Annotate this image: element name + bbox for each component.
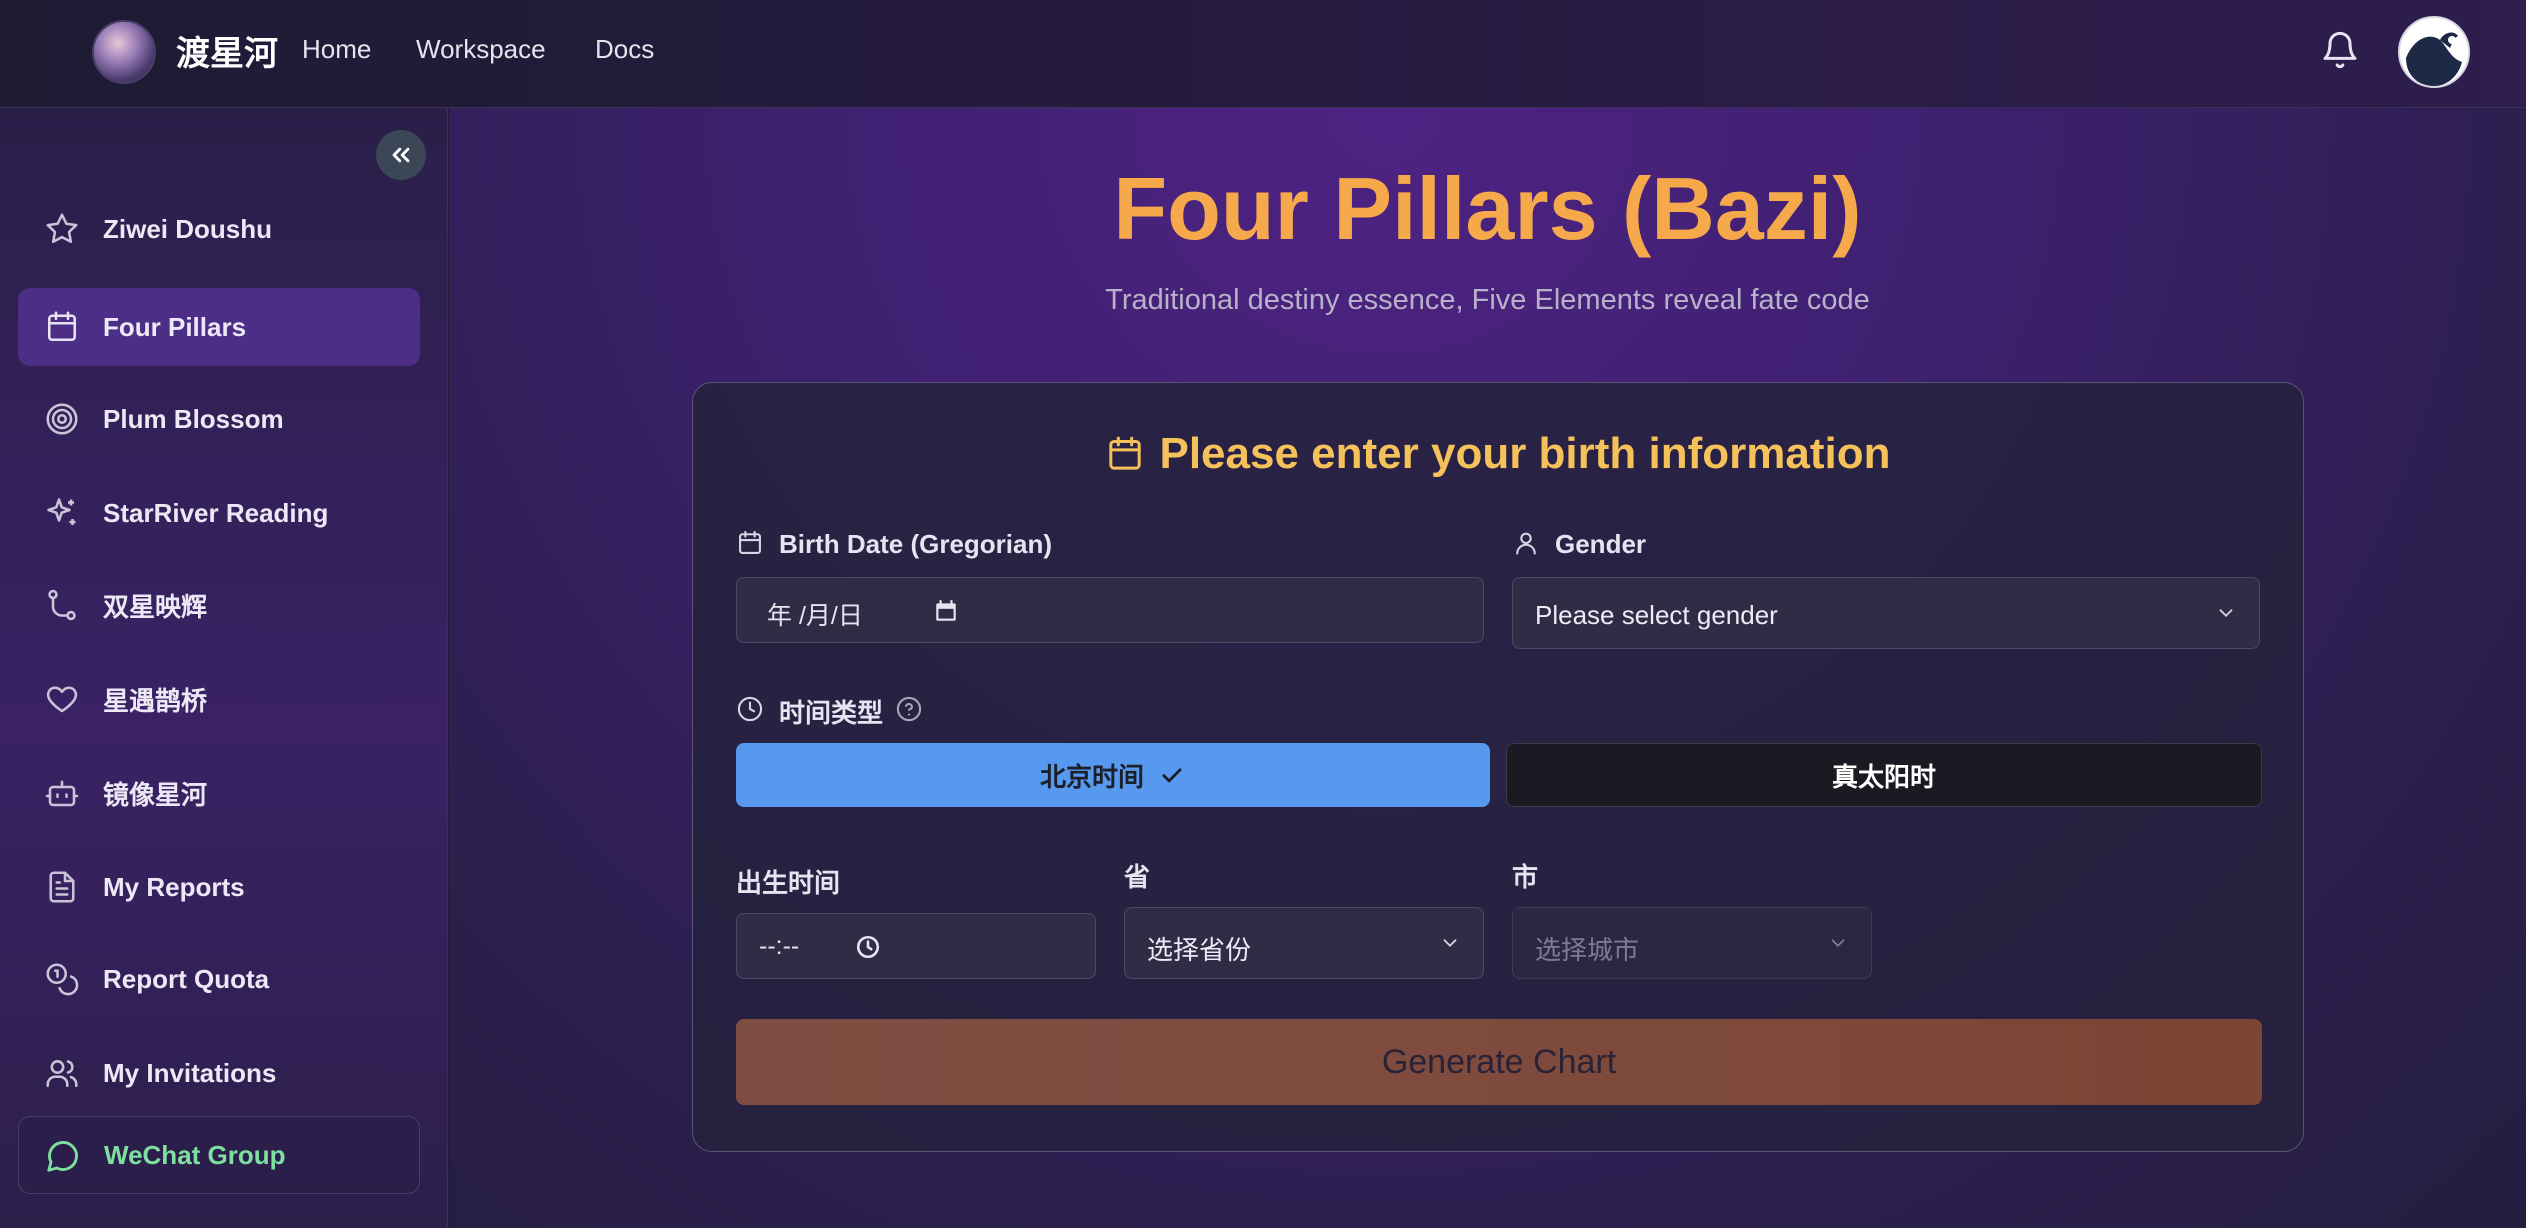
province-label: 省 bbox=[1124, 863, 1151, 893]
sidebar-item-label: 双星映辉 bbox=[103, 591, 208, 622]
sidebar-item-label: My Reports bbox=[103, 871, 245, 902]
calendar-icon bbox=[1109, 436, 1142, 470]
sidebar-item-label: StarRiver Reading bbox=[103, 497, 329, 528]
sidebar-item-label: 星遇鹊桥 bbox=[103, 685, 208, 716]
time-type-label: 时间类型 bbox=[779, 699, 884, 729]
form-heading: Please enter your birth information bbox=[693, 429, 2303, 479]
top-bar: 渡星河 Home Workspace Docs bbox=[0, 0, 2526, 108]
star-icon bbox=[46, 213, 78, 244]
check-icon bbox=[1162, 768, 1182, 783]
sparkles-icon bbox=[47, 498, 76, 525]
users-icon bbox=[46, 1060, 78, 1088]
sidebar-item-label: My Invitations bbox=[103, 1057, 277, 1088]
wechat-group-button[interactable]: WeChat Group bbox=[18, 1116, 420, 1194]
nav-docs[interactable]: Docs bbox=[595, 34, 654, 65]
birth-time-label: 出生时间 bbox=[736, 869, 841, 899]
birth-info-form: Please enter your birth information Birt… bbox=[692, 382, 2304, 1152]
sidebar-item-starriver-reading[interactable]: StarRiver Reading bbox=[18, 474, 420, 552]
sidebar-item-four-pillars[interactable]: Four Pillars bbox=[18, 288, 420, 366]
province-select-value: 选择省份 bbox=[1147, 936, 1252, 966]
sidebar-item-label: Plum Blossom bbox=[103, 403, 284, 434]
sidebar-item-label: Ziwei Doushu bbox=[103, 213, 272, 244]
nav-home[interactable]: Home bbox=[302, 34, 371, 65]
sidebar-item-ziwei-doushu[interactable]: Ziwei Doushu bbox=[18, 190, 420, 268]
message-circle-icon bbox=[47, 1141, 78, 1172]
generate-chart-button[interactable]: Generate Chart bbox=[736, 1019, 2262, 1105]
birth-date-value: 年 /月/日 bbox=[767, 602, 863, 630]
sidebar-item-label: Four Pillars bbox=[103, 311, 247, 342]
clock-icon bbox=[737, 696, 763, 722]
sidebar-item-label: Report Quota bbox=[103, 963, 270, 994]
birth-time-value: --:-- bbox=[759, 932, 800, 960]
sidebar-item-my-invitations[interactable]: My Invitations bbox=[18, 1034, 420, 1112]
chevrons-left-icon bbox=[392, 147, 410, 163]
target-icon bbox=[46, 403, 78, 435]
sidebar-item-report-quota[interactable]: Report Quota bbox=[18, 940, 420, 1018]
time-type-beijing-button[interactable]: 北京时间 bbox=[736, 743, 1490, 807]
birth-time-input[interactable]: --:-- bbox=[736, 913, 1096, 979]
chevron-down-icon bbox=[1443, 939, 1457, 948]
heart-icon bbox=[46, 686, 78, 713]
page-title: Four Pillars (Bazi) bbox=[1113, 159, 1862, 258]
calendar-picker-icon[interactable] bbox=[933, 598, 959, 624]
sidebar-item-shuangxing[interactable]: 双星映辉 bbox=[18, 566, 420, 644]
chevron-down-icon bbox=[1831, 939, 1845, 948]
collapse-sidebar-button[interactable] bbox=[376, 130, 426, 180]
bell-icon[interactable] bbox=[2320, 30, 2360, 70]
git-branch-icon bbox=[48, 589, 76, 621]
brand-name[interactable]: 渡星河 bbox=[176, 26, 278, 75]
form-heading-text: Please enter your birth information bbox=[1159, 429, 1891, 478]
user-avatar[interactable] bbox=[2398, 16, 2470, 88]
time-type-solar-button[interactable]: 真太阳时 bbox=[1506, 743, 2262, 807]
page-subtitle: Traditional destiny essence, Five Elemen… bbox=[1105, 284, 1870, 316]
sidebar-item-plum-blossom[interactable]: Plum Blossom bbox=[18, 380, 420, 458]
time-type-solar-label: 真太阳时 bbox=[1831, 762, 1936, 793]
birth-date-label: Birth Date (Gregorian) bbox=[779, 529, 1053, 559]
time-type-beijing-label: 北京时间 bbox=[1039, 762, 1144, 793]
nav-workspace[interactable]: Workspace bbox=[416, 34, 546, 65]
sidebar-item-jingxiang[interactable]: 镜像星河 bbox=[18, 754, 420, 832]
gender-select-value: Please select gender bbox=[1535, 600, 1778, 630]
gender-label: Gender bbox=[1555, 529, 1647, 559]
sidebar-item-label: 镜像星河 bbox=[103, 779, 208, 810]
help-circle-icon[interactable] bbox=[895, 695, 923, 723]
document-icon bbox=[49, 871, 75, 903]
logo[interactable] bbox=[92, 20, 156, 84]
user-icon bbox=[1516, 532, 1536, 555]
main-content: Four Pillars (Bazi) Traditional destiny … bbox=[449, 108, 2526, 1228]
sidebar-item-xingyu[interactable]: 星遇鹊桥 bbox=[18, 660, 420, 738]
gender-select[interactable]: Please select gender bbox=[1512, 577, 2260, 649]
sidebar: Ziwei Doushu Four Pillars Plum Blossom S… bbox=[0, 108, 448, 1228]
calendar-icon bbox=[739, 530, 761, 554]
clock-picker-icon[interactable] bbox=[855, 934, 881, 960]
bot-icon bbox=[45, 780, 79, 807]
wechat-group-label: WeChat Group bbox=[104, 1139, 286, 1170]
chevron-down-icon bbox=[2219, 609, 2233, 618]
birth-date-input[interactable]: 年 /月/日 bbox=[736, 577, 1484, 643]
coins-icon bbox=[46, 963, 79, 996]
city-select-value: 选择城市 bbox=[1535, 936, 1640, 966]
province-select[interactable]: 选择省份 bbox=[1124, 907, 1484, 979]
sidebar-item-my-reports[interactable]: My Reports bbox=[18, 848, 420, 926]
calendar-icon bbox=[47, 311, 77, 342]
city-label: 市 bbox=[1512, 863, 1539, 893]
city-select[interactable]: 选择城市 bbox=[1512, 907, 1872, 979]
